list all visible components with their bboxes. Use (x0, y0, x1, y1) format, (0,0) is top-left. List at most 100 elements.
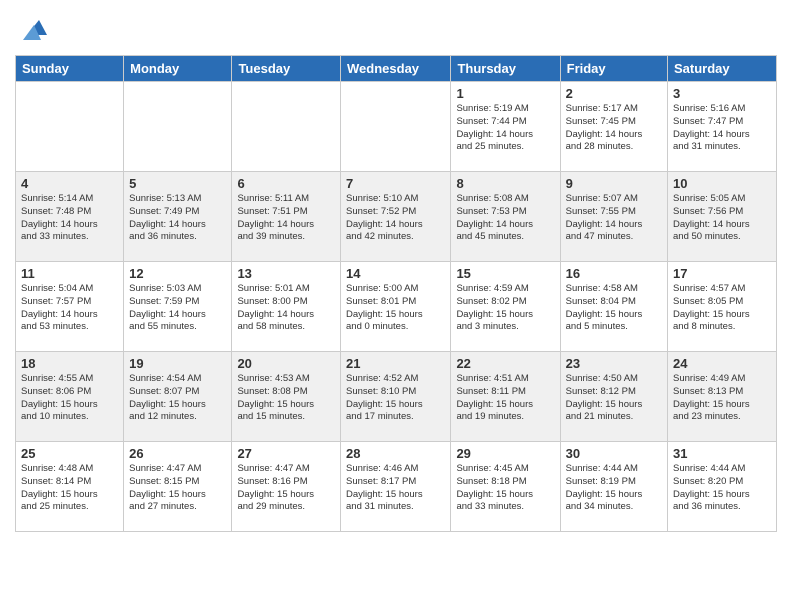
day-number: 1 (456, 86, 554, 101)
day-info: Sunrise: 4:51 AM Sunset: 8:11 PM Dayligh… (456, 373, 554, 424)
calendar-cell: 14Sunrise: 5:00 AM Sunset: 8:01 PM Dayli… (341, 262, 451, 352)
calendar-cell: 9Sunrise: 5:07 AM Sunset: 7:55 PM Daylig… (560, 172, 667, 262)
calendar-cell: 8 Sunrise: 5:08 AM Sunset: 7:53 PM Daylig… (451, 172, 560, 262)
calendar-cell: 4 Sunrise: 5:14 AM Sunset: 7:48 PM Daylig… (16, 172, 124, 262)
day-info: Sunrise: 4:48 AM Sunset: 8:14 PM Dayligh… (21, 463, 118, 514)
day-info: Sunrise: 5:13 AM Sunset: 7:49 PM Dayligh… (129, 193, 226, 244)
day-number: 28 (346, 446, 445, 461)
calendar-cell: 6 Sunrise: 5:11 AM Sunset: 7:51 PM Daylig… (232, 172, 341, 262)
calendar-cell: 28 Sunrise: 4:46 AM Sunset: 8:17 PM Dayli… (341, 442, 451, 532)
day-number: 2 (566, 86, 662, 101)
day-info: Sunrise: 5:11 AM Sunset: 7:51 PM Dayligh… (237, 193, 335, 244)
calendar-cell: 30 Sunrise: 4:44 AM Sunset: 8:19 PM Dayli… (560, 442, 667, 532)
weekday-header-tuesday: Tuesday (232, 56, 341, 82)
day-number: 26 (129, 446, 226, 461)
weekday-header-sunday: Sunday (16, 56, 124, 82)
day-info: Sunrise: 4:52 AM Sunset: 8:10 PM Dayligh… (346, 373, 445, 424)
weekday-header-saturday: Saturday (668, 56, 777, 82)
calendar-cell: 2 Sunrise: 5:17 AM Sunset: 7:45 PM Daylig… (560, 82, 667, 172)
calendar-cell: 21 Sunrise: 4:52 AM Sunset: 8:10 PM Dayli… (341, 352, 451, 442)
day-info: Sunrise: 5:07 AM Sunset: 7:55 PM Dayligh… (566, 193, 662, 244)
calendar-cell: 19 Sunrise: 4:54 AM Sunset: 8:07 PM Dayli… (124, 352, 232, 442)
day-info: Sunrise: 5:17 AM Sunset: 7:45 PM Dayligh… (566, 103, 662, 154)
calendar-cell: 26 Sunrise: 4:47 AM Sunset: 8:15 PM Dayli… (124, 442, 232, 532)
day-info: Sunrise: 5:08 AM Sunset: 7:53 PM Dayligh… (456, 193, 554, 244)
calendar-cell: 27Sunrise: 4:47 AM Sunset: 8:16 PM Dayli… (232, 442, 341, 532)
calendar-cell: 15 Sunrise: 4:59 AM Sunset: 8:02 PM Dayli… (451, 262, 560, 352)
day-number: 24 (673, 356, 771, 371)
day-info: Sunrise: 4:47 AM Sunset: 8:15 PM Dayligh… (129, 463, 226, 514)
day-number: 12 (129, 266, 226, 281)
calendar-cell: 20 Sunrise: 4:53 AM Sunset: 8:08 PM Dayli… (232, 352, 341, 442)
week-row-2: 4 Sunrise: 5:14 AM Sunset: 7:48 PM Daylig… (16, 172, 777, 262)
logo (15, 15, 49, 45)
day-info: Sunrise: 4:59 AM Sunset: 8:02 PM Dayligh… (456, 283, 554, 334)
calendar-cell (232, 82, 341, 172)
day-info: Sunrise: 4:45 AM Sunset: 8:18 PM Dayligh… (456, 463, 554, 514)
day-info: Sunrise: 5:14 AM Sunset: 7:48 PM Dayligh… (21, 193, 118, 244)
day-info: Sunrise: 5:01 AM Sunset: 8:00 PM Dayligh… (237, 283, 335, 334)
page-header (15, 15, 777, 45)
weekday-header-wednesday: Wednesday (341, 56, 451, 82)
day-info: Sunrise: 4:55 AM Sunset: 8:06 PM Dayligh… (21, 373, 118, 424)
calendar-cell: 31 Sunrise: 4:44 AM Sunset: 8:20 PM Dayli… (668, 442, 777, 532)
calendar-cell: 11 Sunrise: 5:04 AM Sunset: 7:57 PM Dayli… (16, 262, 124, 352)
day-number: 4 (21, 176, 118, 191)
weekday-header-row: SundayMondayTuesdayWednesdayThursdayFrid… (16, 56, 777, 82)
calendar-cell: 29Sunrise: 4:45 AM Sunset: 8:18 PM Dayli… (451, 442, 560, 532)
day-number: 25 (21, 446, 118, 461)
day-number: 5 (129, 176, 226, 191)
day-number: 3 (673, 86, 771, 101)
calendar-cell: 23 Sunrise: 4:50 AM Sunset: 8:12 PM Dayli… (560, 352, 667, 442)
calendar-cell: 24 Sunrise: 4:49 AM Sunset: 8:13 PM Dayli… (668, 352, 777, 442)
day-number: 22 (456, 356, 554, 371)
calendar-cell: 1 Sunrise: 5:19 AM Sunset: 7:44 PM Daylig… (451, 82, 560, 172)
day-info: Sunrise: 4:53 AM Sunset: 8:08 PM Dayligh… (237, 373, 335, 424)
calendar-cell (16, 82, 124, 172)
day-number: 30 (566, 446, 662, 461)
logo-icon (19, 15, 49, 45)
week-row-3: 11 Sunrise: 5:04 AM Sunset: 7:57 PM Dayli… (16, 262, 777, 352)
calendar-cell: 16Sunrise: 4:58 AM Sunset: 8:04 PM Dayli… (560, 262, 667, 352)
day-info: Sunrise: 5:19 AM Sunset: 7:44 PM Dayligh… (456, 103, 554, 154)
day-info: Sunrise: 5:04 AM Sunset: 7:57 PM Dayligh… (21, 283, 118, 334)
day-info: Sunrise: 4:58 AM Sunset: 8:04 PM Dayligh… (566, 283, 662, 334)
weekday-header-monday: Monday (124, 56, 232, 82)
day-info: Sunrise: 4:47 AM Sunset: 8:16 PM Dayligh… (237, 463, 335, 514)
day-info: Sunrise: 4:44 AM Sunset: 8:20 PM Dayligh… (673, 463, 771, 514)
day-number: 23 (566, 356, 662, 371)
week-row-4: 18 Sunrise: 4:55 AM Sunset: 8:06 PM Dayli… (16, 352, 777, 442)
day-info: Sunrise: 4:44 AM Sunset: 8:19 PM Dayligh… (566, 463, 662, 514)
day-number: 8 (456, 176, 554, 191)
calendar-cell: 5 Sunrise: 5:13 AM Sunset: 7:49 PM Daylig… (124, 172, 232, 262)
day-number: 11 (21, 266, 118, 281)
weekday-header-friday: Friday (560, 56, 667, 82)
day-number: 21 (346, 356, 445, 371)
day-number: 19 (129, 356, 226, 371)
day-number: 6 (237, 176, 335, 191)
day-info: Sunrise: 5:05 AM Sunset: 7:56 PM Dayligh… (673, 193, 771, 244)
day-info: Sunrise: 5:10 AM Sunset: 7:52 PM Dayligh… (346, 193, 445, 244)
day-info: Sunrise: 4:50 AM Sunset: 8:12 PM Dayligh… (566, 373, 662, 424)
day-number: 17 (673, 266, 771, 281)
calendar-cell: 7 Sunrise: 5:10 AM Sunset: 7:52 PM Daylig… (341, 172, 451, 262)
calendar-table: SundayMondayTuesdayWednesdayThursdayFrid… (15, 55, 777, 532)
day-number: 18 (21, 356, 118, 371)
calendar-cell: 13Sunrise: 5:01 AM Sunset: 8:00 PM Dayli… (232, 262, 341, 352)
day-number: 7 (346, 176, 445, 191)
week-row-1: 1 Sunrise: 5:19 AM Sunset: 7:44 PM Daylig… (16, 82, 777, 172)
day-info: Sunrise: 4:54 AM Sunset: 8:07 PM Dayligh… (129, 373, 226, 424)
calendar-cell: 3Sunrise: 5:16 AM Sunset: 7:47 PM Daylig… (668, 82, 777, 172)
calendar-cell: 17 Sunrise: 4:57 AM Sunset: 8:05 PM Dayli… (668, 262, 777, 352)
calendar-cell: 12Sunrise: 5:03 AM Sunset: 7:59 PM Dayli… (124, 262, 232, 352)
day-info: Sunrise: 4:49 AM Sunset: 8:13 PM Dayligh… (673, 373, 771, 424)
day-info: Sunrise: 4:46 AM Sunset: 8:17 PM Dayligh… (346, 463, 445, 514)
day-number: 20 (237, 356, 335, 371)
day-info: Sunrise: 4:57 AM Sunset: 8:05 PM Dayligh… (673, 283, 771, 334)
calendar-cell: 22 Sunrise: 4:51 AM Sunset: 8:11 PM Dayli… (451, 352, 560, 442)
day-number: 31 (673, 446, 771, 461)
day-number: 10 (673, 176, 771, 191)
calendar-cell: 10 Sunrise: 5:05 AM Sunset: 7:56 PM Dayli… (668, 172, 777, 262)
day-number: 15 (456, 266, 554, 281)
calendar-cell: 25 Sunrise: 4:48 AM Sunset: 8:14 PM Dayli… (16, 442, 124, 532)
